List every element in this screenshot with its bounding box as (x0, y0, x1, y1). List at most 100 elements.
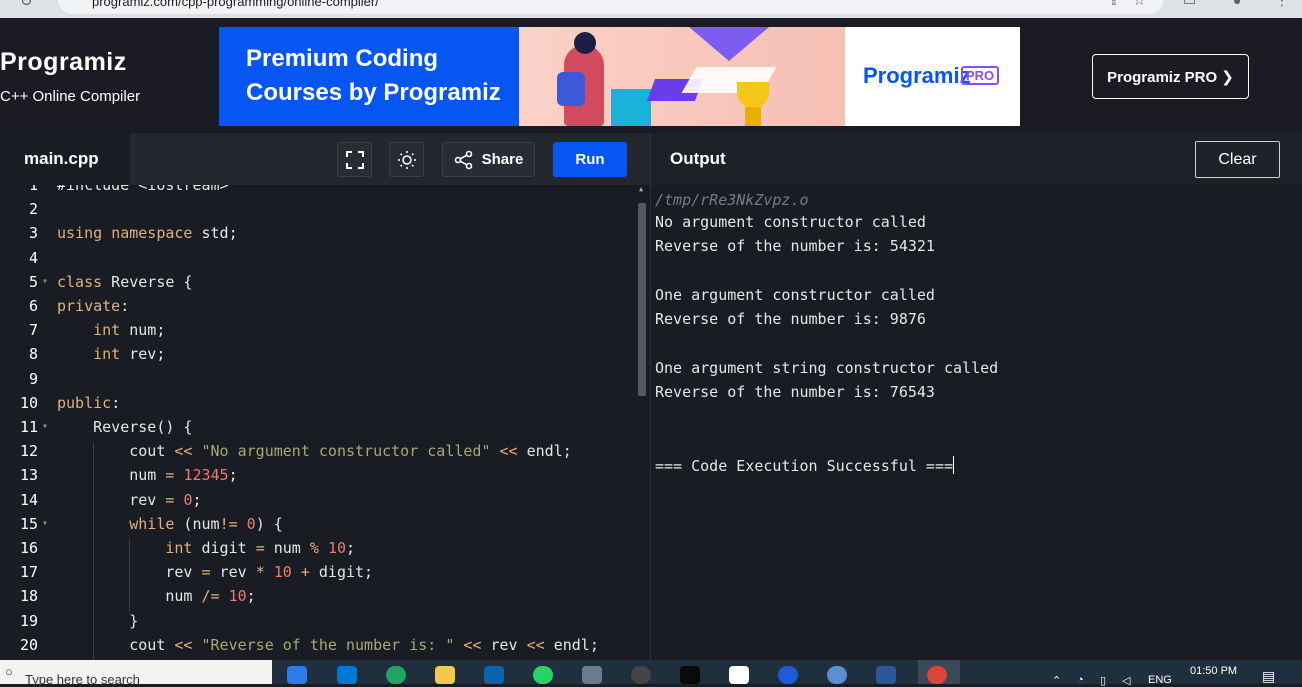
code-line[interactable]: 8 int rev; (0, 345, 640, 369)
copilot-icon[interactable] (287, 666, 307, 684)
output-line: === Code Execution Successful === (655, 456, 955, 475)
line-number: 10 (19, 393, 38, 412)
code-line[interactable]: 12 cout << "No argument constructor call… (0, 442, 640, 467)
code-text: cout << "No argument constructor called"… (57, 442, 572, 461)
promo-banner[interactable]: Premium Coding Courses by Programiz Prog… (219, 27, 1020, 126)
code-line[interactable]: 11 ▾ Reverse() { (0, 418, 640, 442)
line-number: 11 (19, 418, 38, 436)
line-number: 7 (28, 321, 38, 340)
line-number: 5 (28, 272, 38, 291)
code-line[interactable]: 5 ▾ class Reverse { (0, 273, 640, 297)
output-title: Output (670, 149, 726, 168)
code-text: int num; (93, 321, 166, 340)
books-icon (611, 89, 651, 126)
code-line[interactable]: 14 rev = 0; (0, 490, 640, 515)
line-number: 20 (19, 635, 38, 654)
code-line[interactable]: 3 using namespace std; (0, 224, 640, 248)
graduation-cap-icon (689, 27, 769, 61)
fullscreen-button[interactable] (337, 142, 372, 177)
share-button[interactable]: Share (442, 142, 535, 177)
code-line[interactable]: 15 ▾ while (num!= 0) { (0, 514, 640, 539)
code-text: using namespace std; (57, 224, 238, 243)
profile-avatar[interactable]: ● (1233, 0, 1241, 8)
windows-taskbar: ○ Type here to search ⌃ ◔ ▯ ◁ ENG 01:50 … (0, 660, 1302, 687)
media-player-icon[interactable] (631, 666, 651, 684)
app-icon[interactable] (582, 666, 602, 684)
file-explorer-icon[interactable] (435, 666, 455, 684)
inkscape-icon[interactable] (729, 666, 749, 684)
fold-arrow-icon[interactable]: ▾ (42, 421, 48, 432)
address-url[interactable]: programiz.com/cpp-programming/online-com… (92, 0, 379, 9)
share-page-icon[interactable]: ⇪ (1108, 0, 1120, 9)
volume-icon[interactable]: ◁ (1122, 674, 1130, 687)
r-icon[interactable] (827, 666, 847, 684)
line-number: 14 (19, 490, 38, 509)
search-placeholder[interactable]: Type here to search (25, 672, 140, 687)
code-line[interactable]: 19 } (0, 611, 640, 636)
tray-chevron-icon[interactable]: ⌃ (1052, 674, 1061, 687)
code-text: Reverse() { (57, 418, 193, 436)
code-text: rev = rev * 10 + digit; (57, 563, 374, 582)
taskbar-clock[interactable]: 01:50 PM (1190, 665, 1237, 677)
run-button[interactable]: Run (553, 142, 627, 177)
network-icon[interactable]: ◔ (1077, 674, 1084, 686)
dev-icon[interactable] (680, 666, 700, 684)
language-indicator[interactable]: ENG (1148, 674, 1172, 686)
tab-main-cpp[interactable]: main.cpp (0, 133, 130, 185)
code-editor[interactable]: ▲ 1 #include <iostream> 2 3 using namespace … (0, 185, 650, 660)
code-line[interactable]: 17 rev = rev * 10 + digit; (0, 563, 640, 588)
line-number: 4 (28, 248, 38, 267)
code-line[interactable]: 20 cout << "Reverse of the number is: " … (0, 635, 640, 660)
line-number: 9 (28, 369, 38, 388)
programiz-pro-button[interactable]: Programiz PRO ❯ (1092, 54, 1249, 99)
code-text: num = 12345; (57, 466, 238, 485)
code-line[interactable]: 13 num = 12345; (0, 466, 640, 491)
output-line: Reverse of the number is: 76543 (655, 383, 935, 402)
code-line[interactable]: 9 (0, 370, 640, 394)
fold-arrow-icon[interactable]: ▾ (42, 518, 48, 529)
code-line[interactable]: 18 num /= 10; (0, 587, 640, 612)
banner-line-1: Premium Coding (246, 45, 439, 72)
taskbar-search[interactable]: ○ Type here to search (0, 660, 272, 687)
bookmark-star-icon[interactable]: ☆ (1133, 0, 1146, 9)
theme-toggle-button[interactable] (389, 142, 424, 177)
notifications-icon[interactable]: ▤ (1262, 668, 1275, 685)
whatsapp-icon[interactable] (533, 666, 553, 684)
search-icon: ○ (5, 664, 13, 679)
battery-icon[interactable]: ▯ (1100, 674, 1106, 687)
line-number: 2 (28, 200, 38, 219)
word-icon[interactable] (876, 666, 896, 684)
code-line[interactable]: 4 (0, 249, 640, 273)
more-menu-icon[interactable]: ⋮ (1275, 0, 1289, 9)
code-text: public: (57, 393, 121, 412)
reload-icon[interactable]: ↻ (20, 0, 33, 10)
fullscreen-icon (345, 150, 364, 169)
share-label: Share (481, 151, 524, 168)
chrome-icon[interactable] (927, 666, 947, 684)
code-line[interactable]: 10 public: (0, 394, 640, 418)
trophy-stand (745, 107, 761, 126)
clear-button[interactable]: Clear (1195, 141, 1280, 178)
code-line[interactable]: 7 int num; (0, 321, 640, 345)
code-text: cout << "Reverse of the number is: " << … (57, 635, 599, 654)
store-icon[interactable] (337, 666, 357, 684)
code-text: } (57, 611, 139, 630)
code-line[interactable]: 16 int digit = num % 10; (0, 539, 640, 564)
tab-window-icon[interactable]: ▭ (1183, 0, 1196, 9)
rocket-icon[interactable] (778, 666, 798, 684)
programiz-logo[interactable]: Programiz (0, 48, 127, 77)
fold-arrow-icon[interactable]: ▾ (42, 276, 48, 287)
output-toolbar: Output Clear (650, 133, 1302, 185)
code-line[interactable]: 1 #include <iostream> (0, 185, 640, 200)
code-text: int rev; (93, 345, 166, 364)
mail-icon[interactable] (484, 666, 504, 684)
code-line[interactable]: 6 private: (0, 297, 640, 321)
line-number: 16 (19, 539, 38, 557)
output-line: No argument constructor called (655, 213, 926, 231)
output-tmp-path: /tmp/rRe3NkZvpz.o (655, 191, 809, 209)
code-line[interactable]: 2 (0, 200, 640, 224)
edge-icon[interactable] (386, 666, 406, 684)
line-number: 6 (28, 297, 38, 315)
browser-chrome: ↻ programiz.com/cpp-programming/online-c… (0, 0, 1302, 18)
student-head (574, 32, 596, 54)
